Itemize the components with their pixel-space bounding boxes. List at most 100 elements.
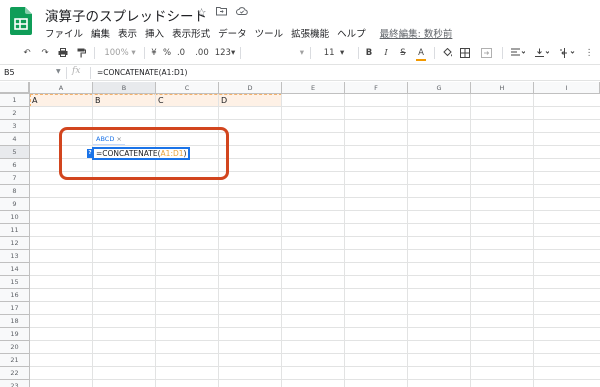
row-header-18[interactable]: 18: [0, 315, 30, 328]
grid-row-line: [30, 301, 600, 302]
menu-file[interactable]: ファイル: [45, 26, 83, 40]
column-header-c[interactable]: C: [156, 82, 219, 94]
font-size-value: 11: [323, 48, 335, 58]
zoom-select[interactable]: 100% ▾: [100, 44, 140, 62]
italic-button[interactable]: I: [380, 44, 392, 62]
row-header-12[interactable]: 12: [0, 237, 30, 250]
row-header-1[interactable]: 1: [0, 94, 30, 107]
column-header-a[interactable]: A: [30, 82, 93, 94]
cell-b1[interactable]: B: [95, 96, 101, 105]
row-header-6[interactable]: 6: [0, 159, 30, 172]
row-header-2[interactable]: 2: [0, 107, 30, 120]
borders-icon[interactable]: [458, 44, 472, 62]
row-header-22[interactable]: 22: [0, 367, 30, 380]
column-header-d[interactable]: D: [219, 82, 282, 94]
row-header-19[interactable]: 19: [0, 328, 30, 341]
name-box[interactable]: B5: [4, 68, 64, 77]
menu-extensions[interactable]: 拡張機能: [291, 26, 329, 40]
row-header-23[interactable]: 23: [0, 380, 30, 387]
column-header-e[interactable]: E: [282, 82, 345, 94]
cell-d1[interactable]: D: [221, 96, 227, 105]
formula-bar-separator: [90, 67, 91, 79]
name-box-dropdown-icon[interactable]: ▼: [56, 68, 61, 75]
column-header-i[interactable]: I: [534, 82, 600, 94]
currency-button[interactable]: ¥: [148, 44, 160, 62]
vertical-align-icon[interactable]: [532, 44, 552, 62]
last-edit-link[interactable]: 最終編集: 数秒前: [380, 26, 453, 40]
spreadsheet-grid[interactable]: A B C D E F G H I 1 2 3 4 5 6 7 8 9 10 11 12 13 14 15 16 17 18 19 20…: [0, 82, 600, 387]
row-header-20[interactable]: 20: [0, 341, 30, 354]
grid-row-line: [30, 340, 600, 341]
cell-c1[interactable]: C: [158, 96, 164, 105]
toolbar-separator: [502, 47, 503, 59]
font-size-select[interactable]: 11 ▾: [316, 44, 352, 62]
merge-cells-icon[interactable]: [476, 44, 496, 62]
grid-row-line: [30, 184, 600, 185]
redo-icon[interactable]: ↷: [38, 44, 52, 62]
function-icon: fx: [72, 66, 81, 76]
bold-button[interactable]: B: [363, 44, 375, 62]
more-formats-select[interactable]: 123▾: [213, 44, 237, 62]
sheets-logo-icon[interactable]: [10, 7, 32, 35]
grid-column-line: [281, 94, 282, 387]
column-header-f[interactable]: F: [345, 82, 408, 94]
toolbar-separator: [144, 47, 145, 59]
app-header: 演算子のスプレッドシート ☆ ファイル 編集 表示 挿入 表示形式 データ ツー…: [0, 0, 600, 42]
row-header-4[interactable]: 4: [0, 133, 30, 146]
grid-row-line: [30, 353, 600, 354]
row-header-16[interactable]: 16: [0, 289, 30, 302]
zoom-value: 100%: [104, 48, 129, 58]
strikethrough-button[interactable]: S: [397, 44, 409, 62]
fill-color-icon[interactable]: [440, 44, 454, 62]
row-header-8[interactable]: 8: [0, 185, 30, 198]
menu-edit[interactable]: 編集: [91, 26, 110, 40]
grid-column-line: [470, 94, 471, 387]
row-header-21[interactable]: 21: [0, 354, 30, 367]
column-header-b[interactable]: B: [93, 82, 156, 94]
move-folder-icon[interactable]: [215, 6, 228, 19]
cell-a1[interactable]: A: [32, 96, 37, 105]
menu-data[interactable]: データ: [218, 26, 247, 40]
row-header-3[interactable]: 3: [0, 120, 30, 133]
menu-view[interactable]: 表示: [118, 26, 137, 40]
horizontal-align-icon[interactable]: [508, 44, 528, 62]
grid-row-line: [30, 275, 600, 276]
text-color-swatch: [416, 59, 426, 61]
star-icon[interactable]: ☆: [195, 6, 208, 19]
highlight-annotation-box: [59, 127, 229, 180]
cloud-status-icon[interactable]: [235, 6, 248, 19]
formula-input[interactable]: =CONCATENATE(A1:D1): [97, 68, 187, 77]
column-header-h[interactable]: H: [471, 82, 534, 94]
select-all-corner[interactable]: [0, 82, 30, 94]
row-header-13[interactable]: 13: [0, 250, 30, 263]
decimal-increase-button[interactable]: .00: [194, 44, 210, 62]
grid-row-line: [30, 249, 600, 250]
more-formats-label: 123: [214, 48, 231, 58]
row-header-9[interactable]: 9: [0, 198, 30, 211]
row-header-7[interactable]: 7: [0, 172, 30, 185]
toolbar: ↶ ↷ 100% ▾ ¥ % .0 .00 123▾ ▾ 11 ▾ B I S …: [0, 44, 600, 62]
text-wrap-icon[interactable]: [556, 44, 578, 62]
grid-row-line: [30, 288, 600, 289]
decimal-decrease-button[interactable]: .0: [174, 44, 188, 62]
row-header-10[interactable]: 10: [0, 211, 30, 224]
print-icon[interactable]: [56, 44, 70, 62]
menu-help[interactable]: ヘルプ: [337, 26, 366, 40]
percent-button[interactable]: %: [162, 44, 172, 62]
font-family-select[interactable]: ▾: [248, 44, 304, 62]
row-header-17[interactable]: 17: [0, 302, 30, 315]
column-header-g[interactable]: G: [408, 82, 471, 94]
paint-format-icon[interactable]: [74, 44, 88, 62]
menu-tools[interactable]: ツール: [255, 26, 284, 40]
undo-icon[interactable]: ↶: [20, 44, 34, 62]
document-title[interactable]: 演算子のスプレッドシート: [45, 5, 207, 25]
toolbar-separator: [434, 47, 435, 59]
row-header-5[interactable]: 5: [0, 146, 30, 159]
menu-insert[interactable]: 挿入: [145, 26, 164, 40]
menu-format[interactable]: 表示形式: [172, 26, 210, 40]
text-color-button[interactable]: A: [414, 44, 428, 62]
row-header-11[interactable]: 11: [0, 224, 30, 237]
row-header-14[interactable]: 14: [0, 263, 30, 276]
row-header-15[interactable]: 15: [0, 276, 30, 289]
more-tools-icon[interactable]: ⋮: [582, 44, 596, 62]
